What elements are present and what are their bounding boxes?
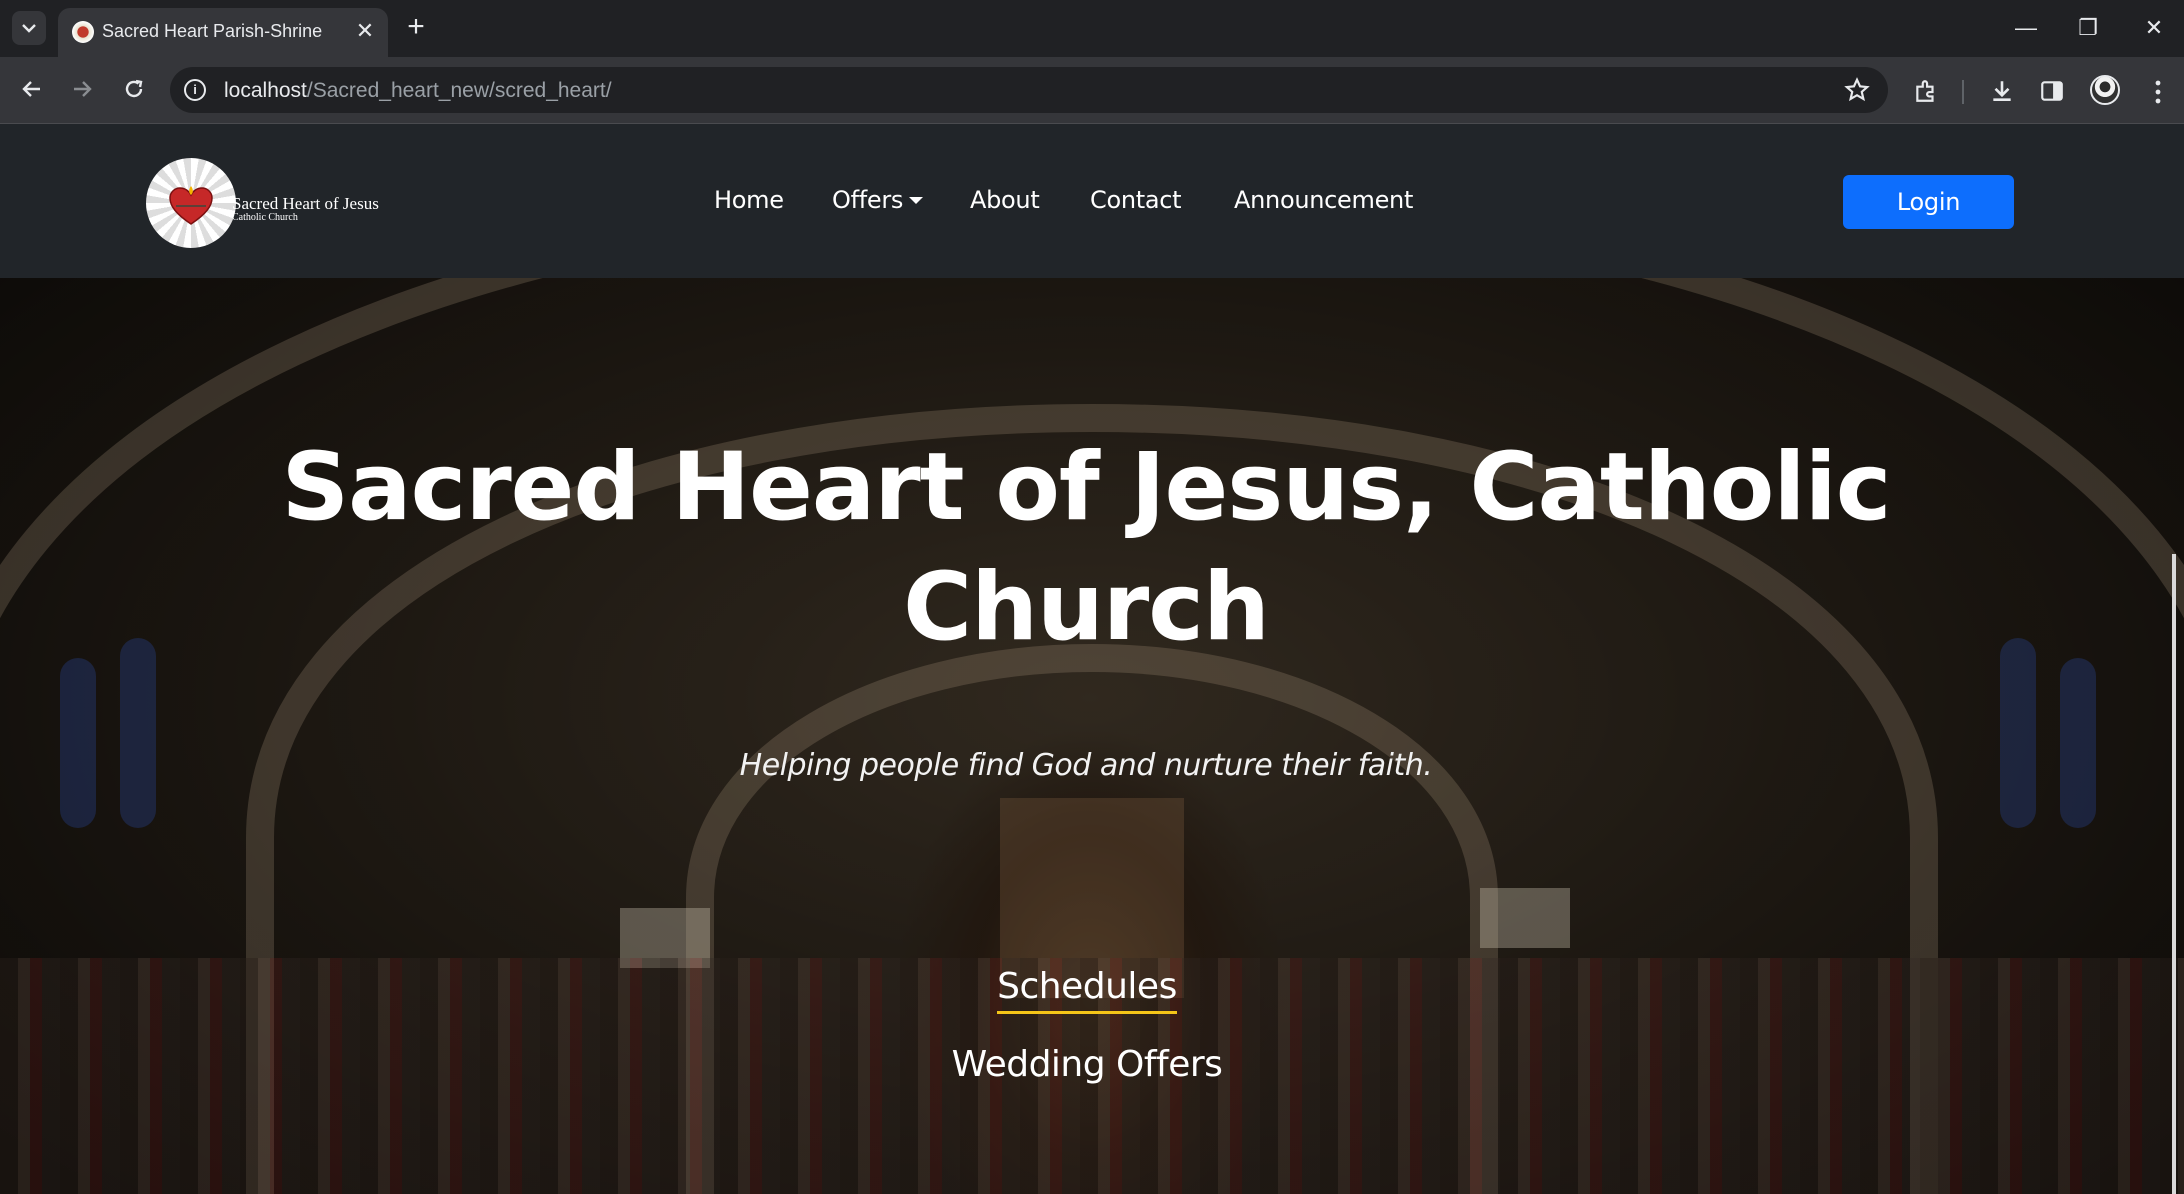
nav-home[interactable]: Home: [714, 186, 784, 214]
hero-link-wedding-offers[interactable]: Wedding Offers: [0, 1044, 2174, 1089]
nav-offers-label: Offers: [832, 186, 904, 214]
new-tab-button[interactable]: +: [400, 12, 432, 44]
hero-title: Sacred Heart of Jesus, Catholic Church: [281, 433, 1891, 662]
url-host: localhost: [224, 79, 307, 102]
profile-avatar[interactable]: [2090, 75, 2120, 105]
site-info-icon[interactable]: i: [184, 79, 206, 101]
favicon-icon: [72, 21, 94, 43]
download-icon[interactable]: [1989, 78, 2015, 104]
site-header: Sacred Heart of Jesus Catholic Church Ho…: [0, 124, 2184, 278]
dropdown-caret-icon: [909, 197, 924, 204]
minimize-button[interactable]: —: [2006, 12, 2046, 44]
tab-close-icon[interactable]: ✕: [351, 17, 379, 45]
church-logo[interactable]: [146, 158, 236, 248]
logo-text: Sacred Heart of Jesus Catholic Church: [232, 194, 379, 223]
chevron-down-icon: [22, 24, 36, 33]
nav-announcement[interactable]: Announcement: [1234, 186, 1413, 214]
page-scrollbar[interactable]: [2172, 554, 2176, 1194]
login-button[interactable]: Login: [1843, 175, 2014, 229]
nav-offers[interactable]: Offers: [832, 186, 924, 214]
back-button[interactable]: [12, 69, 52, 109]
url-text[interactable]: localhost/Sacred_heart_new/scred_heart/: [224, 79, 612, 103]
hero-section: Sacred Heart of Jesus, Catholic Church H…: [0, 278, 2184, 1194]
hero-subtitle: Helping people find God and nurture thei…: [739, 748, 1433, 783]
reload-icon: [125, 79, 143, 98]
nav-contact[interactable]: Contact: [1090, 186, 1182, 214]
bookmark-star-icon[interactable]: [1844, 77, 1870, 103]
arrow-right-icon: [74, 81, 92, 97]
tab-search-button[interactable]: [12, 11, 46, 45]
side-panel-icon[interactable]: [2039, 78, 2065, 104]
nav-about[interactable]: About: [970, 186, 1040, 214]
forward-button[interactable]: [62, 69, 102, 109]
restore-button[interactable]: ❐: [2068, 12, 2108, 44]
sacred-heart-icon: [169, 186, 213, 225]
browser-toolbar: i localhost/Sacred_heart_new/scred_heart…: [0, 57, 2184, 124]
toolbar-divider: [1962, 80, 1964, 104]
arrow-left-icon: [22, 81, 40, 97]
extensions-icon[interactable]: [1913, 78, 1939, 104]
hero-link-schedules-label: Schedules: [997, 966, 1177, 1014]
tab-title: Sacred Heart Parish-Shrine: [102, 21, 323, 41]
hero-link-wedding-offers-label: Wedding Offers: [951, 1044, 1223, 1085]
browser-tabstrip: Sacred Heart Parish-Shrine ✕ + — ❐ ✕: [0, 0, 2184, 57]
browser-tab-active[interactable]: Sacred Heart Parish-Shrine ✕: [58, 8, 388, 57]
reload-button[interactable]: [114, 69, 154, 109]
hero-link-schedules[interactable]: Schedules: [0, 966, 2174, 1014]
address-bar[interactable]: i localhost/Sacred_heart_new/scred_heart…: [170, 67, 1888, 113]
more-menu-icon[interactable]: [2148, 79, 2168, 105]
url-path: /Sacred_heart_new/scred_heart/: [306, 79, 612, 102]
window-close-button[interactable]: ✕: [2134, 12, 2174, 44]
webpage: Sacred Heart of Jesus Catholic Church Ho…: [0, 124, 2184, 1194]
logo-line-1: Sacred Heart of Jesus: [232, 194, 379, 213]
